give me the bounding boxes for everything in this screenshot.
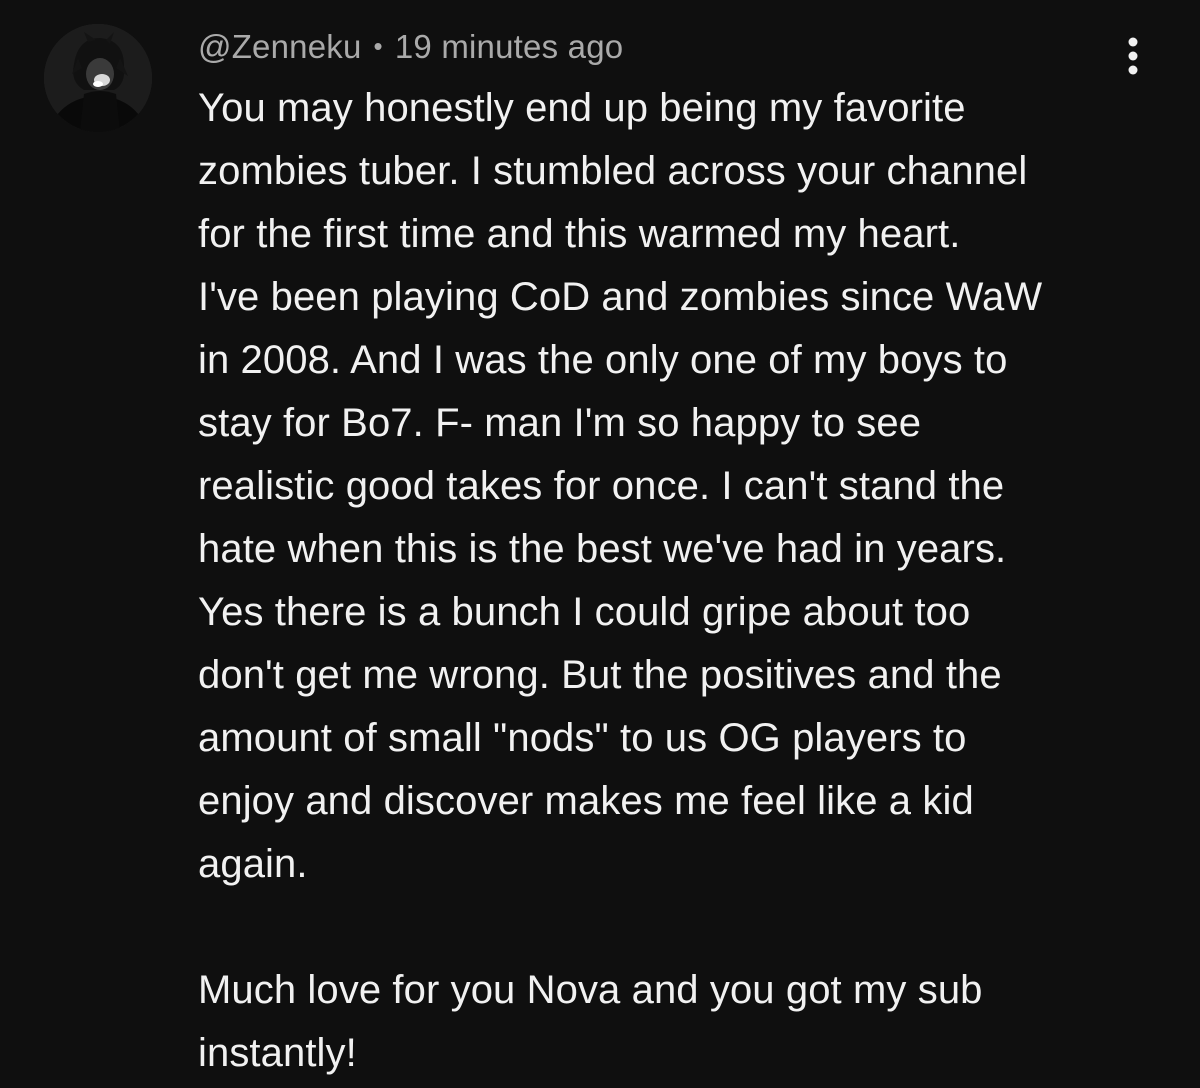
comment-line: I've been playing CoD and zombies since …	[198, 275, 1043, 319]
comment-line: for the first time and this warmed my he…	[198, 212, 961, 256]
vertical-dots-icon	[1128, 37, 1138, 75]
comment-line: realistic good takes for once. I can't s…	[198, 464, 1005, 508]
comment-line: stay for Bo7. F- man I'm so happy to see	[198, 401, 922, 445]
comment-line: instantly!	[198, 1031, 357, 1075]
comment-line: enjoy and discover makes me feel like a …	[198, 779, 974, 823]
comment-line: Yes there is a bunch I could gripe about…	[198, 590, 971, 634]
comment-line: You may honestly end up being my favorit…	[198, 86, 966, 130]
comment-timestamp[interactable]: 19 minutes ago	[395, 28, 623, 66]
comment-line: in 2008. And I was the only one of my bo…	[198, 338, 1008, 382]
avatar[interactable]	[44, 24, 152, 132]
user-avatar-icon	[44, 24, 152, 132]
more-actions-button[interactable]	[1112, 28, 1154, 84]
comment-item: @Zenneku • 19 minutes ago You may honest…	[0, 0, 1200, 1088]
comment-text: You may honestly end up being my favorit…	[198, 77, 1158, 1085]
author-name[interactable]: @Zenneku	[198, 28, 362, 66]
meta-separator: •	[373, 30, 383, 61]
comment-line: don't get me wrong. But the positives an…	[198, 653, 1002, 697]
comment-line	[198, 896, 1158, 959]
comment-line: again.	[198, 842, 308, 886]
comment-line: Much love for you Nova and you got my su…	[198, 968, 983, 1012]
comment-line: hate when this is the best we've had in …	[198, 527, 1007, 571]
comment-line: amount of small "nods" to us OG players …	[198, 716, 967, 760]
comment-line: zombies tuber. I stumbled across your ch…	[198, 149, 1028, 193]
comment-header: @Zenneku • 19 minutes ago	[198, 24, 623, 70]
